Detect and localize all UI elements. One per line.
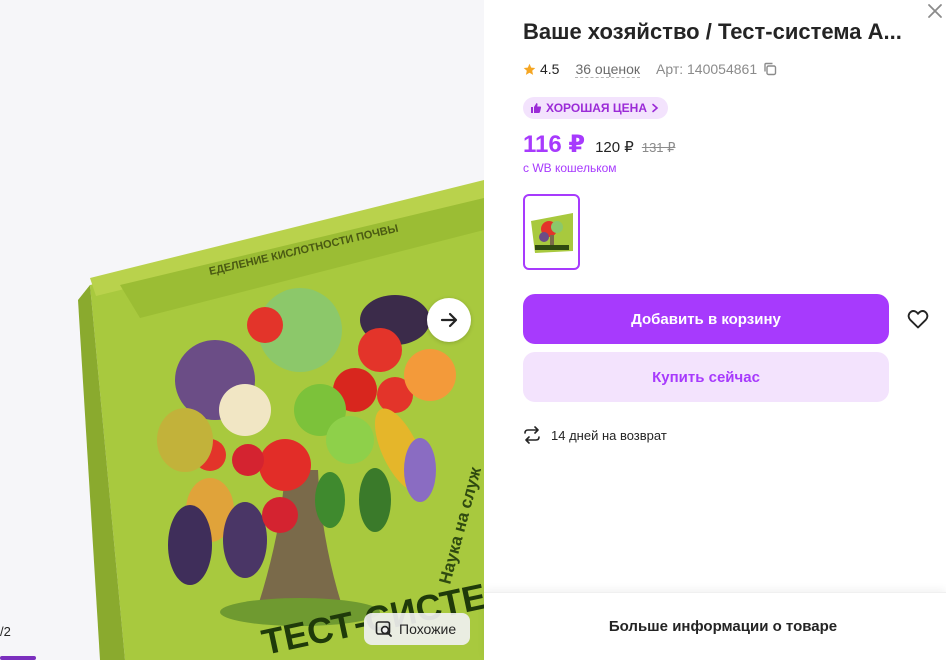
- chevron-right-icon: [652, 103, 659, 113]
- product-title[interactable]: Ваше хозяйство / Тест-система А...: [523, 19, 923, 45]
- wallet-note: с WB кошельком: [523, 161, 617, 175]
- thumbs-up-icon: [531, 103, 542, 113]
- product-meta: 4.5 36 оценок Арт: 140054861: [523, 59, 777, 79]
- buy-now-button[interactable]: Купить сейчас: [523, 352, 889, 402]
- close-icon[interactable]: [926, 2, 944, 20]
- reviews-link[interactable]: 36 оценок: [575, 61, 641, 78]
- more-info-button[interactable]: Больше информации о товаре: [522, 604, 924, 648]
- star-icon: [523, 63, 536, 75]
- copy-icon: [764, 62, 777, 76]
- return-policy: 14 дней на возврат: [523, 426, 667, 444]
- return-arrows-icon: [524, 426, 540, 444]
- regular-price: 120 ₽: [595, 139, 634, 156]
- product-quick-view: ЕДЕЛЕНИЕ КИСЛОТНОСТИ ПОЧВЫ Наука на служ…: [0, 0, 946, 660]
- similar-label: Похожие: [399, 621, 457, 637]
- next-image-button[interactable]: [427, 298, 471, 342]
- thumbnail-image: [530, 213, 573, 253]
- gallery-progress-bar: [0, 656, 36, 660]
- image-counter: /2: [0, 624, 11, 639]
- copy-article-button[interactable]: [763, 62, 777, 76]
- price-row: 116 ₽ 120 ₽ 131 ₽: [523, 130, 675, 159]
- similar-products-button[interactable]: Похожие: [364, 613, 470, 645]
- badge-label: ХОРОШАЯ ЦЕНА: [546, 101, 647, 115]
- return-policy-label: 14 дней на возврат: [551, 427, 667, 443]
- heart-icon[interactable]: [906, 307, 930, 331]
- product-image: ЕДЕЛЕНИЕ КИСЛОТНОСТИ ПОЧВЫ Наука на служ…: [78, 180, 484, 660]
- product-gallery: ЕДЕЛЕНИЕ КИСЛОТНОСТИ ПОЧВЫ Наука на служ…: [0, 0, 484, 660]
- search-image-icon: [375, 621, 392, 637]
- add-to-cart-button[interactable]: Добавить в корзину: [523, 294, 889, 344]
- article-number: Арт: 140054861: [656, 61, 758, 77]
- good-price-badge[interactable]: ХОРОШАЯ ЦЕНА: [523, 97, 668, 119]
- arrow-right-icon: [440, 312, 458, 328]
- thumbnail-1[interactable]: [523, 194, 580, 270]
- wallet-price: 116 ₽: [523, 131, 586, 158]
- rating-value: 4.5: [540, 61, 560, 77]
- old-price: 131 ₽: [641, 140, 676, 155]
